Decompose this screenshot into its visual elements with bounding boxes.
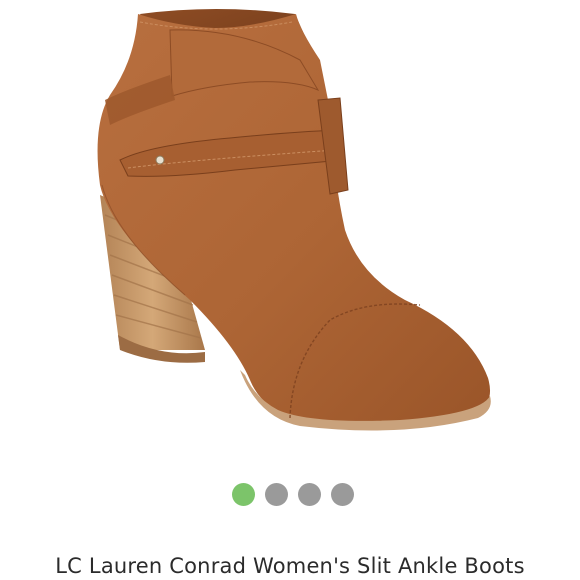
carousel-dot-3[interactable] xyxy=(298,483,321,506)
carousel-dot-2[interactable] xyxy=(265,483,288,506)
image-carousel-indicator xyxy=(3,483,580,507)
product-title: LC Lauren Conrad Women's Slit Ankle Boot… xyxy=(55,554,525,578)
product-listing-screen: LC Lauren Conrad Women's Slit Ankle Boot… xyxy=(0,0,580,580)
carousel-dot-1[interactable] xyxy=(232,483,255,506)
strap-rivet-icon xyxy=(155,155,165,165)
carousel-dot-4[interactable] xyxy=(331,483,354,506)
product-image[interactable] xyxy=(0,0,580,460)
